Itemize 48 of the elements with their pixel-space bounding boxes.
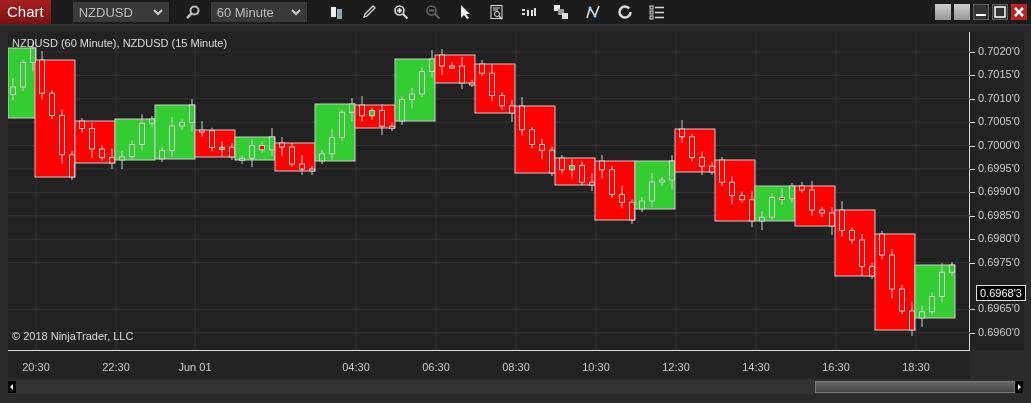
y-axis-label: 0.7010'0 [970,91,1020,104]
y-axis-label: 0.7000'0 [970,138,1020,151]
scroll-left-icon[interactable] [8,381,16,393]
pencil-icon[interactable] [360,4,377,20]
y-axis-label: 0.6965'0 [970,302,1020,315]
chart-label: NZDUSD (60 Minute), NZDUSD (15 Minute) [12,37,228,49]
y-axis-label: 0.6960'0 [970,325,1020,338]
window-title: Chart [0,0,51,24]
reload-icon[interactable] [616,4,633,20]
x-axis-label: 12:30 [661,361,691,373]
line-drawing-icon[interactable] [584,4,601,20]
layers-icon[interactable] [552,4,569,20]
data-box-icon[interactable] [488,4,505,20]
y-axis-label: 0.7020'0 [970,45,1020,57]
scrollbar[interactable] [8,380,1023,394]
instrument-dropdown[interactable]: NZDUSD [72,2,169,22]
y-axis-label: 0.7015'0 [970,68,1020,81]
x-axis-label: 16:30 [821,361,851,373]
x-axis-label: 08:30 [501,361,531,373]
interval-dropdown[interactable]: 60 Minute [210,2,307,22]
scroll-thumb[interactable] [815,381,1015,393]
zoom-in-icon[interactable] [392,4,409,20]
y-axis-label: 0.7005'0 [970,115,1020,128]
maximize-icon[interactable] [992,4,1008,20]
list-icon[interactable] [648,4,665,20]
x-axis-label: 06:30 [421,361,451,373]
copyright-text: © 2018 NinjaTrader, LLC [12,330,134,342]
bar-style-icon[interactable] [328,4,345,20]
search-icon[interactable] [184,4,201,20]
zoom-out-icon[interactable] [424,4,441,20]
caret-icon [290,8,301,16]
x-axis-label: 10:30 [581,361,611,373]
minimize-icon[interactable] [973,4,989,20]
caret-icon [152,8,163,16]
x-axis-label: 04:30 [341,361,371,373]
scroll-right-icon[interactable] [1015,381,1023,393]
x-axis-label: 22:30 [101,361,131,373]
x-axis-label: 20:30 [21,361,51,373]
x-axis-label: 18:30 [901,361,931,373]
close-icon[interactable] [1011,4,1027,20]
y-axis-label: 0.6990'0 [970,185,1020,198]
x-axis-label: Jun 01 [177,361,213,373]
y-axis-label: 0.6995'0 [970,162,1020,174]
x-axis-label: 14:30 [741,361,771,373]
price-marker: 0.6968'3 [976,285,1026,301]
y-axis-label: 0.6980'0 [970,232,1020,245]
y-axis-label: 0.6975'0 [970,255,1020,268]
y-axis-label: 0.6985'0 [970,208,1020,221]
